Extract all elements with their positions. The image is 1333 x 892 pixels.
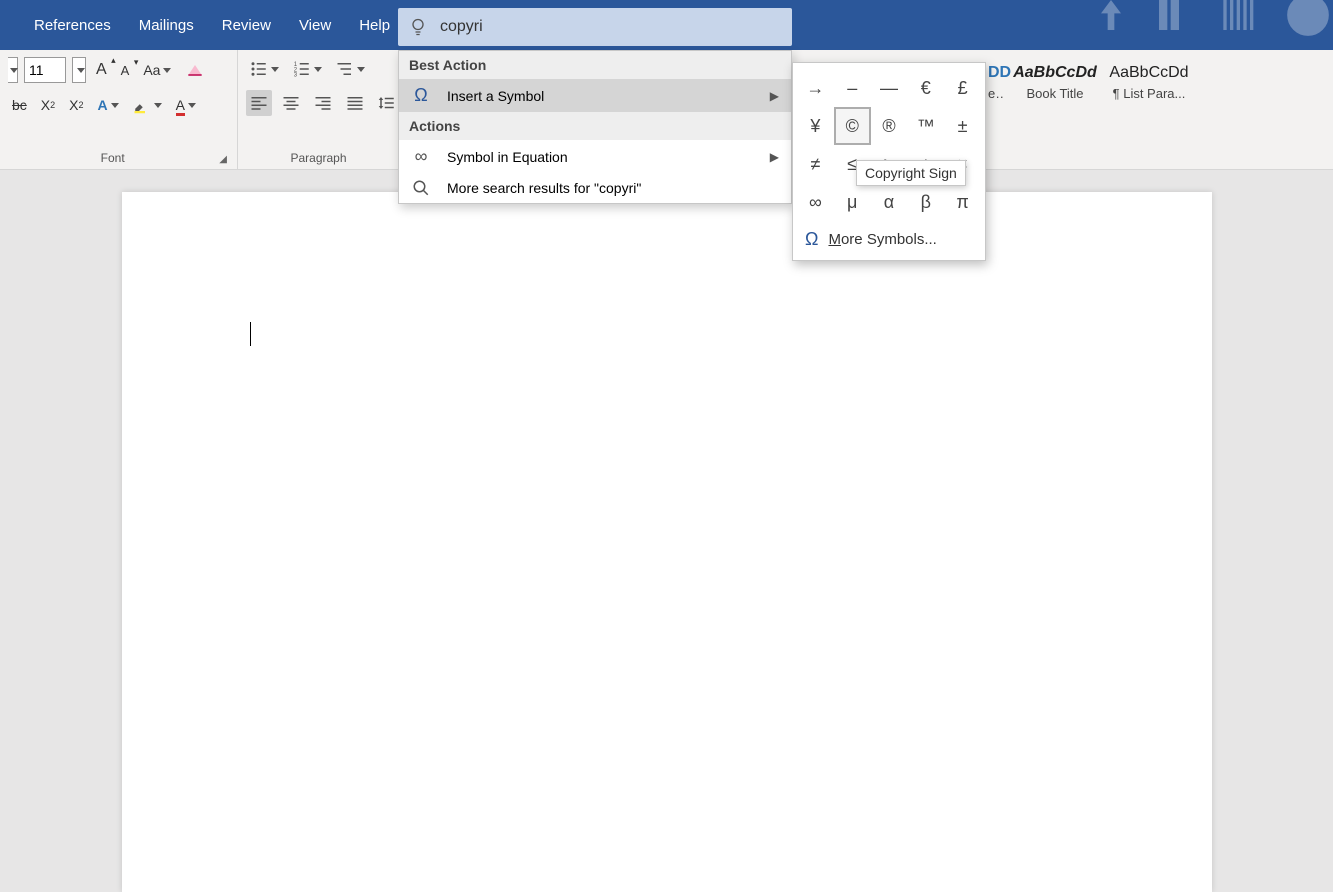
ribbon-tabs: References Mailings Review View Help <box>0 3 404 48</box>
symbol-cell[interactable]: ® <box>871 107 908 145</box>
symbol-cell[interactable]: ≠ <box>797 145 834 183</box>
sync-icon <box>1283 0 1333 40</box>
more-symbols-label: ore Symbols... <box>841 231 937 248</box>
symbol-cell[interactable]: – <box>834 69 871 107</box>
bullets-button[interactable] <box>246 56 283 82</box>
font-group: A▴ A▾ Aa bc X2 X2 A A Font <box>0 50 238 169</box>
font-size-input[interactable] <box>24 57 66 83</box>
symbol-cell[interactable]: © <box>834 107 871 145</box>
tab-review[interactable]: Review <box>208 3 285 48</box>
svg-text:3: 3 <box>294 73 298 79</box>
justify-button[interactable] <box>342 90 368 116</box>
titlebar-watermark <box>1091 0 1333 40</box>
arrow-up-icon <box>1091 0 1131 35</box>
subscript-button[interactable]: X2 <box>37 93 59 117</box>
symbol-cell[interactable]: — <box>871 69 908 107</box>
multilevel-list-button[interactable] <box>332 56 369 82</box>
symbol-tooltip: Copyright Sign <box>856 160 966 186</box>
tellme-header-best: Best Action <box>399 51 791 79</box>
symbol-cell[interactable]: ± <box>944 107 981 145</box>
text-effects-button[interactable]: A <box>94 93 123 117</box>
tellme-item-insert-symbol[interactable]: Ω Insert a Symbol ▶ <box>399 79 791 112</box>
styles-gallery: DD e... AaBbCcDd Book Title AaBbCcDd ¶ L… <box>980 50 1200 111</box>
grow-font-button[interactable]: A▴ <box>92 57 111 83</box>
paragraph-group: 123 <box>238 50 400 169</box>
symbol-cell[interactable]: £ <box>944 69 981 107</box>
font-group-label: Font <box>8 151 217 167</box>
search-icon <box>409 179 433 197</box>
superscript-button[interactable]: X2 <box>65 93 87 117</box>
highlight-button[interactable] <box>129 92 166 118</box>
style-card-trunc[interactable]: DD e... <box>986 56 1006 105</box>
symbol-cell[interactable]: ∞ <box>797 183 834 221</box>
omega-icon: Ω <box>805 229 818 250</box>
column-icon <box>1151 0 1197 35</box>
text-cursor <box>250 322 251 346</box>
align-center-button[interactable] <box>278 90 304 116</box>
symbol-cell[interactable]: → <box>797 69 834 107</box>
bars-icon <box>1217 0 1263 35</box>
tellme-item-label: More search results for "copyri" <box>447 180 641 196</box>
infinity-icon: ∞ <box>409 146 433 167</box>
font-color-button[interactable]: A <box>172 93 200 117</box>
tab-help[interactable]: Help <box>345 3 404 48</box>
font-name-dropdown[interactable] <box>8 57 18 83</box>
symbol-cell[interactable]: ™ <box>907 107 944 145</box>
tab-references[interactable]: References <box>20 3 125 48</box>
chevron-right-icon: ▶ <box>770 150 779 164</box>
change-case-button[interactable]: Aa <box>139 58 175 82</box>
tellme-item-symbol-equation[interactable]: ∞ Symbol in Equation ▶ <box>399 140 791 173</box>
strikethrough-button[interactable]: bc <box>8 93 31 117</box>
symbol-cell[interactable]: ¥ <box>797 107 834 145</box>
tab-mailings[interactable]: Mailings <box>125 3 208 48</box>
shrink-font-button[interactable]: A▾ <box>117 59 134 82</box>
paragraph-group-label: Paragraph <box>246 151 391 167</box>
more-symbols-accelerator: M <box>828 231 841 248</box>
symbol-cell[interactable]: α <box>871 183 908 221</box>
tellme-input[interactable] <box>440 18 782 36</box>
more-symbols-button[interactable]: Ω More Symbols... <box>797 221 981 254</box>
omega-icon: Ω <box>409 85 433 106</box>
symbol-cell[interactable]: π <box>944 183 981 221</box>
symbol-cell[interactable]: μ <box>834 183 871 221</box>
titlebar: References Mailings Review View Help <box>0 0 1333 50</box>
style-card-book-title[interactable]: AaBbCcDd Book Title <box>1010 56 1100 105</box>
lightbulb-icon <box>408 17 428 37</box>
tellme-header-actions: Actions <box>399 112 791 140</box>
document-area <box>0 170 1333 813</box>
chevron-right-icon: ▶ <box>770 89 779 103</box>
font-size-dropdown[interactable] <box>72 57 86 83</box>
tellme-item-label: Symbol in Equation <box>447 149 568 165</box>
tab-view[interactable]: View <box>285 3 345 48</box>
clear-formatting-button[interactable] <box>181 56 209 84</box>
symbol-cell[interactable]: € <box>907 69 944 107</box>
font-dialog-launcher[interactable]: ◢ <box>217 152 229 167</box>
document-page[interactable] <box>122 192 1212 892</box>
tellme-results-menu: Best Action Ω Insert a Symbol ▶ Actions … <box>398 50 792 204</box>
symbol-grid: →–—€£¥©®™±≠≤≥÷×∞μαβπ <box>797 69 981 221</box>
tellme-item-label: Insert a Symbol <box>447 88 544 104</box>
numbering-button[interactable]: 123 <box>289 56 326 82</box>
align-left-button[interactable] <box>246 90 272 116</box>
tellme-searchbox[interactable] <box>398 8 792 46</box>
align-right-button[interactable] <box>310 90 336 116</box>
tellme-item-more-results[interactable]: More search results for "copyri" <box>399 173 791 203</box>
symbol-cell[interactable]: β <box>907 183 944 221</box>
style-card-list-para[interactable]: AaBbCcDd ¶ List Para... <box>1104 56 1194 105</box>
